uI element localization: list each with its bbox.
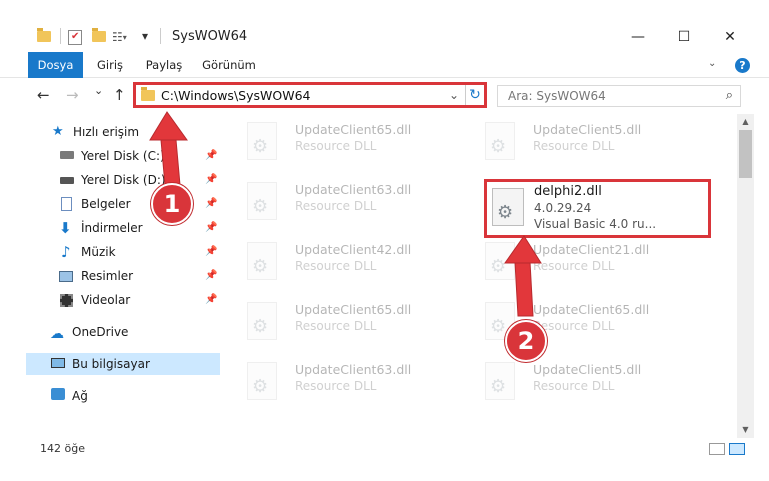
arrow-1-shaft <box>160 139 181 186</box>
arrow-2-shaft <box>514 261 534 317</box>
step-1-badge: 1 <box>151 183 193 225</box>
arrow-1-head <box>149 111 188 141</box>
annotation-arrows <box>149 111 542 317</box>
file-explorer-window: ✔ ☷ ▾ ▾ SysWOW64 — ☐ ✕ Dosya Giriş Paylaş… <box>0 0 769 481</box>
step-2-badge: 2 <box>505 320 547 362</box>
arrow-2-head <box>504 235 542 264</box>
